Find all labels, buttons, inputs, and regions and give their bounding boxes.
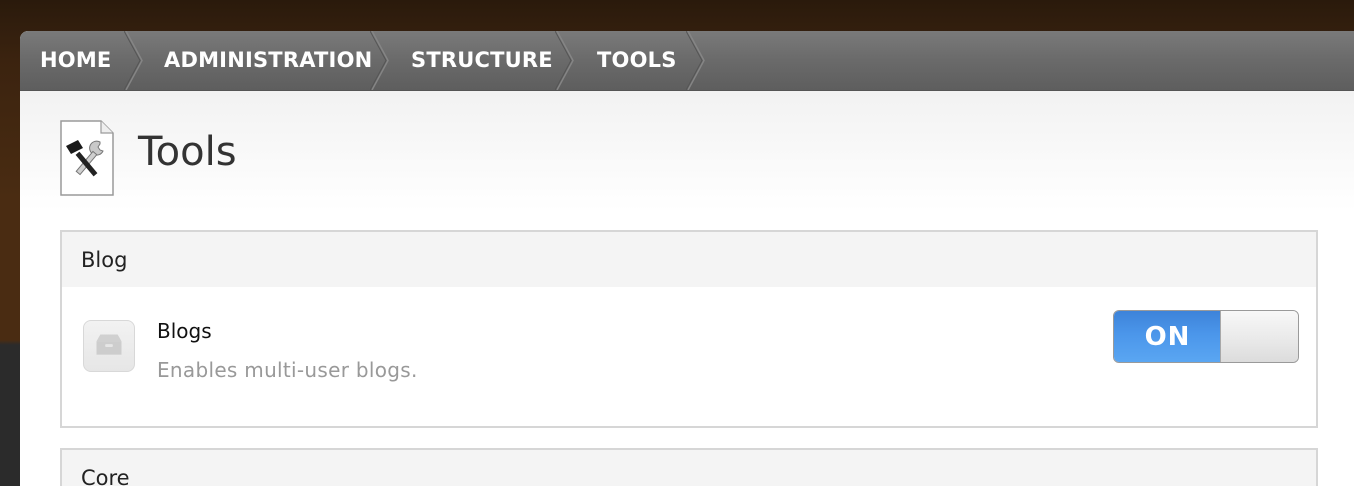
- section-title: Blog: [62, 232, 1316, 287]
- app-window: HOME ADMINISTRATION STRUCTURE TOOLS Tool…: [20, 31, 1354, 486]
- breadcrumb-item-structure[interactable]: STRUCTURE: [411, 31, 553, 90]
- module-name: Blogs: [157, 319, 212, 343]
- toggle-knob[interactable]: [1220, 311, 1298, 362]
- breadcrumb-item-home[interactable]: HOME: [40, 31, 111, 90]
- box-icon: [96, 334, 122, 355]
- breadcrumb: HOME ADMINISTRATION STRUCTURE TOOLS: [20, 31, 1354, 91]
- toggle-on-label: ON: [1114, 311, 1221, 362]
- breadcrumb-item-tools[interactable]: TOOLS: [597, 31, 677, 90]
- section-title: Core: [62, 450, 1316, 486]
- tools-icon: [60, 120, 114, 196]
- breadcrumb-separator-icon: [686, 31, 705, 90]
- breadcrumb-separator-icon: [124, 31, 143, 90]
- breadcrumb-separator-icon: [370, 31, 389, 90]
- module-row: Blogs Enables multi-user blogs. ON: [62, 287, 1316, 423]
- module-box-icon: [83, 320, 135, 372]
- breadcrumb-item-administration[interactable]: ADMINISTRATION: [164, 31, 372, 90]
- page-title: Tools: [138, 129, 237, 175]
- section-core: Core: [60, 448, 1318, 486]
- section-blog: Blog Blogs Enables multi-user blogs. ON: [60, 230, 1318, 428]
- module-description: Enables multi-user blogs.: [157, 358, 418, 382]
- page-header: Tools: [20, 91, 1354, 211]
- breadcrumb-separator-icon: [555, 31, 574, 90]
- module-toggle[interactable]: ON: [1113, 310, 1299, 363]
